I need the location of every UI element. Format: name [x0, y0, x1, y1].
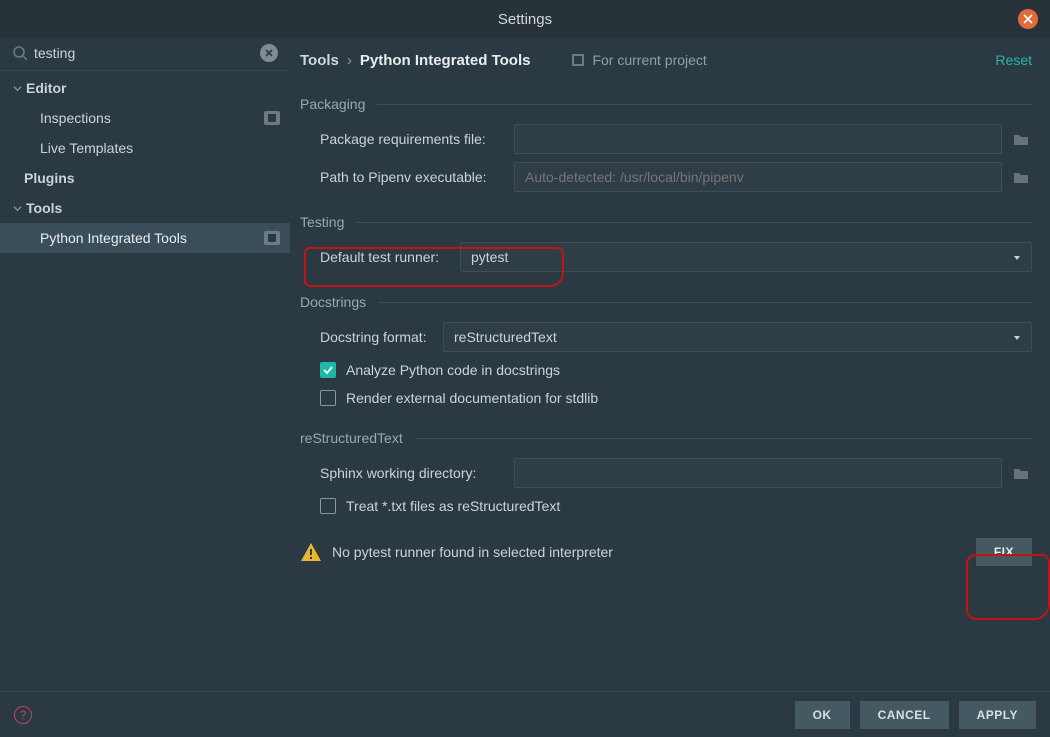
caret-down-icon: [1013, 249, 1021, 265]
search-input[interactable]: [34, 45, 260, 61]
settings-tree: Editor Inspections Live Templates Plugin…: [0, 71, 290, 255]
browse-button[interactable]: [1010, 128, 1032, 150]
default-test-runner-dropdown[interactable]: pytest: [460, 242, 1032, 272]
default-test-runner-label: Default test runner:: [300, 249, 460, 265]
close-button[interactable]: [1018, 9, 1038, 29]
search-icon: [12, 45, 28, 61]
sidebar-item-label: Live Templates: [40, 140, 280, 156]
breadcrumb: Tools › Python Integrated Tools: [300, 52, 530, 69]
package-requirements-input[interactable]: [514, 124, 1002, 154]
analyze-docstrings-checkbox[interactable]: Analyze Python code in docstrings: [300, 356, 1032, 384]
folder-icon: [1013, 466, 1029, 480]
sidebar-item-label: Inspections: [40, 110, 264, 126]
chevron-down-icon: [10, 84, 24, 93]
apply-button[interactable]: APPLY: [959, 701, 1036, 729]
warning-text: No pytest runner found in selected inter…: [332, 544, 976, 560]
sidebar-item-plugins[interactable]: Plugins: [0, 163, 290, 193]
browse-button[interactable]: [1010, 462, 1032, 484]
sidebar-item-tools[interactable]: Tools: [0, 193, 290, 223]
close-icon: [1023, 14, 1033, 24]
browse-button[interactable]: [1010, 166, 1032, 188]
checkbox-icon: [320, 362, 336, 378]
sphinx-working-dir-input[interactable]: [514, 458, 1002, 488]
sidebar-item-inspections[interactable]: Inspections: [0, 103, 290, 133]
section-docstrings: Docstrings Docstring format: reStructure…: [300, 294, 1032, 412]
help-button[interactable]: ?: [14, 706, 32, 724]
render-stdlib-checkbox[interactable]: Render external documentation for stdlib: [300, 384, 1032, 412]
section-heading: Docstrings: [300, 294, 366, 310]
pipenv-path-input[interactable]: [514, 162, 1002, 192]
reset-link[interactable]: Reset: [995, 52, 1032, 68]
section-rst: reStructuredText Sphinx working director…: [300, 430, 1032, 520]
project-badge-icon: [264, 231, 280, 245]
sidebar-item-python-integrated-tools[interactable]: Python Integrated Tools: [0, 223, 290, 253]
breadcrumb-item: Python Integrated Tools: [360, 52, 531, 69]
sidebar: Editor Inspections Live Templates Plugin…: [0, 38, 290, 691]
section-heading: Packaging: [300, 96, 365, 112]
for-current-project-label: For current project: [570, 52, 706, 68]
warning-row: No pytest runner found in selected inter…: [300, 538, 1032, 566]
clear-search-button[interactable]: [260, 44, 278, 62]
checkbox-label: Analyze Python code in docstrings: [346, 362, 560, 378]
sidebar-item-label: Editor: [26, 80, 280, 96]
package-requirements-label: Package requirements file:: [300, 131, 514, 147]
checkbox-label: Treat *.txt files as reStructuredText: [346, 498, 560, 514]
sphinx-working-dir-label: Sphinx working directory:: [300, 465, 514, 481]
treat-txt-as-rst-checkbox[interactable]: Treat *.txt files as reStructuredText: [300, 492, 1032, 520]
chevron-down-icon: [10, 204, 24, 213]
docstring-format-dropdown[interactable]: reStructuredText: [443, 322, 1032, 352]
fix-button[interactable]: FIX: [976, 538, 1032, 566]
main-panel: Tools › Python Integrated Tools For curr…: [290, 38, 1050, 691]
docstring-format-label: Docstring format:: [300, 329, 443, 345]
checkbox-icon: [320, 390, 336, 406]
dropdown-value: reStructuredText: [454, 329, 557, 345]
pipenv-path-label: Path to Pipenv executable:: [300, 169, 514, 185]
dropdown-value: pytest: [471, 249, 508, 265]
footer: ? OK CANCEL APPLY: [0, 691, 1050, 737]
project-icon: [570, 52, 586, 68]
cancel-button[interactable]: CANCEL: [860, 701, 949, 729]
warning-icon: [300, 541, 322, 563]
caret-down-icon: [1013, 329, 1021, 345]
checkbox-icon: [320, 498, 336, 514]
chevron-right-icon: ›: [347, 52, 352, 69]
folder-icon: [1013, 170, 1029, 184]
sidebar-item-label: Tools: [26, 200, 280, 216]
section-heading: Testing: [300, 214, 344, 230]
sidebar-item-live-templates[interactable]: Live Templates: [0, 133, 290, 163]
breadcrumb-item[interactable]: Tools: [300, 52, 339, 69]
section-heading: reStructuredText: [300, 430, 403, 446]
project-badge-icon: [264, 111, 280, 125]
section-testing: Testing Default test runner: pytest: [300, 214, 1032, 276]
window-title: Settings: [498, 11, 552, 28]
titlebar: Settings: [0, 0, 1050, 38]
folder-icon: [1013, 132, 1029, 146]
search-row: [0, 38, 290, 71]
checkbox-label: Render external documentation for stdlib: [346, 390, 598, 406]
ok-button[interactable]: OK: [795, 701, 850, 729]
sidebar-item-label: Plugins: [24, 170, 280, 186]
sidebar-item-label: Python Integrated Tools: [40, 230, 264, 246]
close-icon: [265, 49, 273, 57]
sidebar-item-editor[interactable]: Editor: [0, 73, 290, 103]
section-packaging: Packaging Package requirements file: Pat…: [300, 96, 1032, 196]
main-header: Tools › Python Integrated Tools For curr…: [300, 38, 1032, 78]
